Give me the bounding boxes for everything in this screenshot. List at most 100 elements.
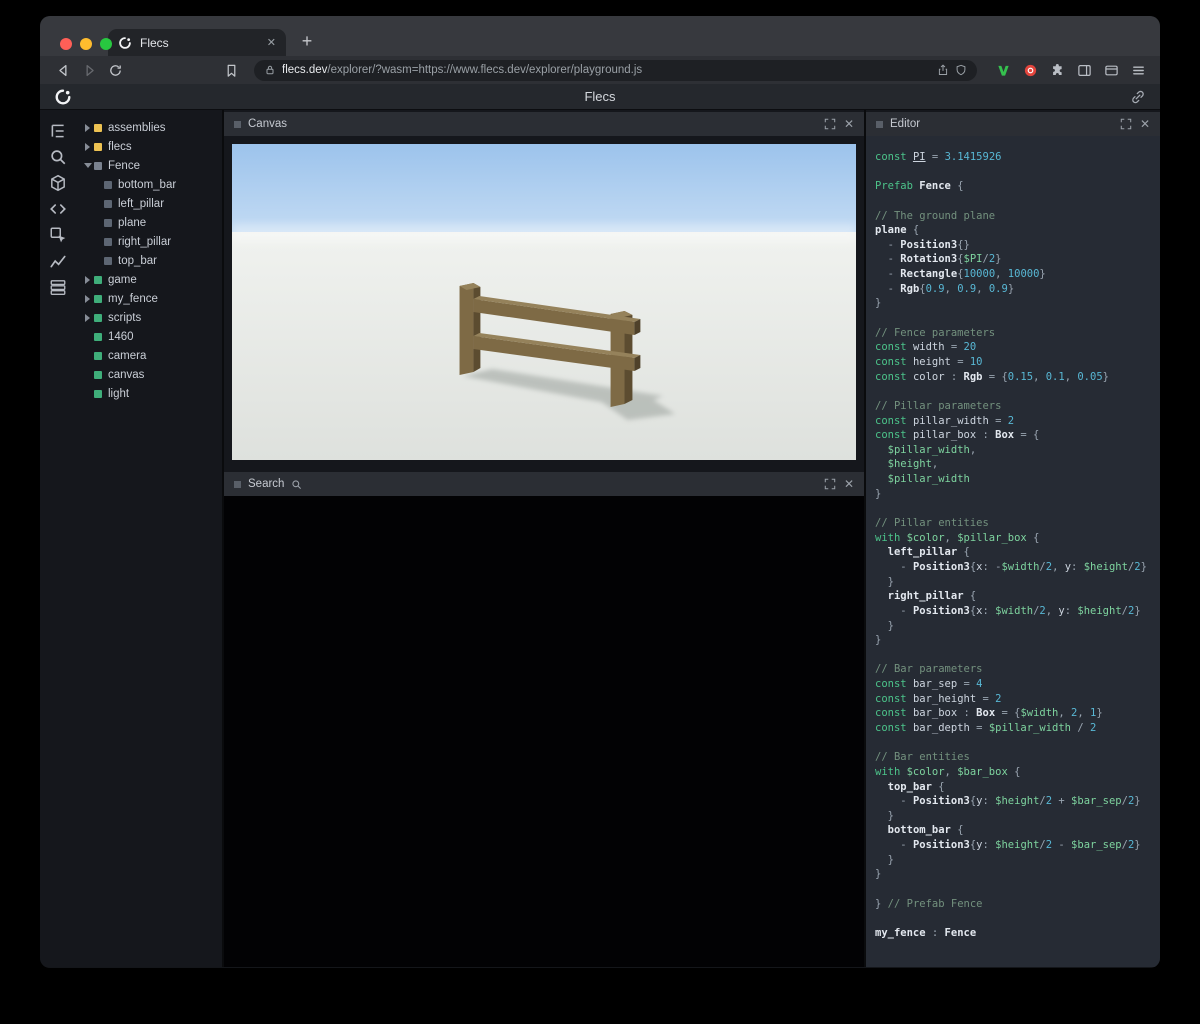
canvas-close-icon[interactable]: ✕ xyxy=(844,118,854,130)
entity-bullet xyxy=(94,314,102,322)
tree-item-bottom_bar[interactable]: bottom_bar xyxy=(76,175,222,194)
code-line: const bar_depth = $pillar_width / 2 xyxy=(875,721,1156,736)
app-body: assemblies flecs Fence bottom_bar left_pilla… xyxy=(40,110,1160,967)
tree-item-1460[interactable]: 1460 xyxy=(76,327,222,346)
entity-bullet xyxy=(104,219,112,227)
entities-icon[interactable] xyxy=(49,174,67,192)
ad-blocker-icon[interactable] xyxy=(1020,60,1040,80)
tree-item-right_pillar[interactable]: right_pillar xyxy=(76,232,222,251)
extensions-icon[interactable] xyxy=(1047,60,1067,80)
menu-icon[interactable] xyxy=(1128,60,1148,80)
sidebar-icon[interactable] xyxy=(1074,60,1094,80)
inspector-icon[interactable] xyxy=(49,226,67,244)
toolbar-extensions xyxy=(989,60,1148,80)
tree-item-label: left_pillar xyxy=(118,198,164,210)
tree-item-label: right_pillar xyxy=(118,236,171,248)
tree-item-plane[interactable]: plane xyxy=(76,213,222,232)
tree-item-game[interactable]: game xyxy=(76,270,222,289)
code-line xyxy=(875,911,1156,926)
editor-close-icon[interactable]: ✕ xyxy=(1140,118,1150,130)
v-extension-icon[interactable] xyxy=(993,60,1013,80)
code-line: Prefab Fence { xyxy=(875,179,1156,194)
chevron-right-icon[interactable] xyxy=(81,143,94,151)
tab-close-icon[interactable]: ✕ xyxy=(267,36,276,49)
browser-tab[interactable]: Flecs ✕ xyxy=(108,29,286,56)
shield-icon[interactable] xyxy=(955,64,967,76)
entity-bullet xyxy=(94,295,102,303)
code-line: const bar_sep = 4 xyxy=(875,677,1156,692)
code-line: const PI = 3.1415926 xyxy=(875,150,1156,165)
forward-icon[interactable] xyxy=(78,59,100,81)
code-line: - Position3{x: -$width/2, y: $height/2} xyxy=(875,560,1156,575)
code-line: } xyxy=(875,296,1156,311)
code-line: const pillar_box : Box = { xyxy=(875,428,1156,443)
tree-item-canvas[interactable]: canvas xyxy=(76,365,222,384)
canvas-panel-header[interactable]: Canvas ✕ xyxy=(224,112,864,136)
connections-icon[interactable] xyxy=(49,278,67,296)
entity-bullet xyxy=(94,143,102,151)
close-window-button[interactable] xyxy=(60,38,72,50)
zoom-window-button[interactable] xyxy=(100,38,112,50)
lock-icon xyxy=(264,64,276,76)
tree-item-my_fence[interactable]: my_fence xyxy=(76,289,222,308)
link-icon[interactable] xyxy=(1130,89,1146,105)
wallet-icon[interactable] xyxy=(1101,60,1121,80)
chevron-right-icon[interactable] xyxy=(81,295,94,303)
canvas-expand-icon[interactable] xyxy=(824,118,837,131)
entity-bullet xyxy=(94,276,102,284)
code-line: - Position3{x: $width/2, y: $height/2} xyxy=(875,604,1156,619)
code-icon[interactable] xyxy=(49,200,67,218)
browser-window: Flecs ✕ + flecs.dev/explore xyxy=(40,16,1160,968)
chevron-down-icon[interactable] xyxy=(81,163,94,168)
code-line: } xyxy=(875,867,1156,882)
tree-item-top_bar[interactable]: top_bar xyxy=(76,251,222,270)
new-tab-button[interactable]: + xyxy=(294,29,320,55)
search-icon[interactable] xyxy=(49,148,67,166)
panel-bullet xyxy=(234,121,241,128)
tree-item-scripts[interactable]: scripts xyxy=(76,308,222,327)
reload-icon[interactable] xyxy=(104,59,126,81)
tree-item-left_pillar[interactable]: left_pillar xyxy=(76,194,222,213)
canvas-panel-title: Canvas xyxy=(248,118,287,130)
code-line xyxy=(875,194,1156,209)
bookmark-icon[interactable] xyxy=(220,59,242,81)
chevron-right-icon[interactable] xyxy=(81,124,94,132)
search-panel-content[interactable] xyxy=(224,496,864,967)
url-bar[interactable]: flecs.dev/explorer/?wasm=https://www.fle… xyxy=(254,60,977,81)
outliner-icon[interactable] xyxy=(49,122,67,140)
back-icon[interactable] xyxy=(52,59,74,81)
tree-item-label: light xyxy=(108,388,129,400)
tree-item-Fence[interactable]: Fence xyxy=(76,156,222,175)
code-line: const color : Rgb = {0.15, 0.1, 0.05} xyxy=(875,370,1156,385)
stats-icon[interactable] xyxy=(49,252,67,270)
chevron-right-icon[interactable] xyxy=(81,276,94,284)
search-expand-icon[interactable] xyxy=(824,478,837,491)
canvas-3d-viewport[interactable] xyxy=(232,144,856,460)
editor-expand-icon[interactable] xyxy=(1120,118,1133,131)
search-panel-header[interactable]: Search ✕ xyxy=(224,472,864,496)
tree-item-label: bottom_bar xyxy=(118,179,176,191)
code-line: } xyxy=(875,633,1156,648)
code-line: left_pillar { xyxy=(875,545,1156,560)
code-line: } xyxy=(875,853,1156,868)
code-line: - Rectangle{10000, 10000} xyxy=(875,267,1156,282)
share-icon[interactable] xyxy=(937,64,949,76)
editor-panel-header[interactable]: Editor ✕ xyxy=(866,112,1160,136)
panel-bullet xyxy=(234,481,241,488)
minimize-window-button[interactable] xyxy=(80,38,92,50)
entity-tree-panel: assemblies flecs Fence bottom_bar left_pilla… xyxy=(76,110,222,967)
tree-item-assemblies[interactable]: assemblies xyxy=(76,118,222,137)
chevron-right-icon[interactable] xyxy=(81,314,94,322)
tree-item-camera[interactable]: camera xyxy=(76,346,222,365)
tree-item-flecs[interactable]: flecs xyxy=(76,137,222,156)
search-icon xyxy=(291,479,302,490)
tree-item-light[interactable]: light xyxy=(76,384,222,403)
entity-bullet xyxy=(104,238,112,246)
code-line: const pillar_width = 2 xyxy=(875,414,1156,429)
flecs-favicon-icon xyxy=(118,36,132,50)
code-editor[interactable]: const PI = 3.1415926 Prefab Fence { // T… xyxy=(866,136,1160,967)
code-line: // Bar parameters xyxy=(875,662,1156,677)
search-close-icon[interactable]: ✕ xyxy=(844,478,854,490)
tree-item-label: flecs xyxy=(108,141,132,153)
code-line: - Position3{y: $height/2 - $bar_sep/2} xyxy=(875,838,1156,853)
